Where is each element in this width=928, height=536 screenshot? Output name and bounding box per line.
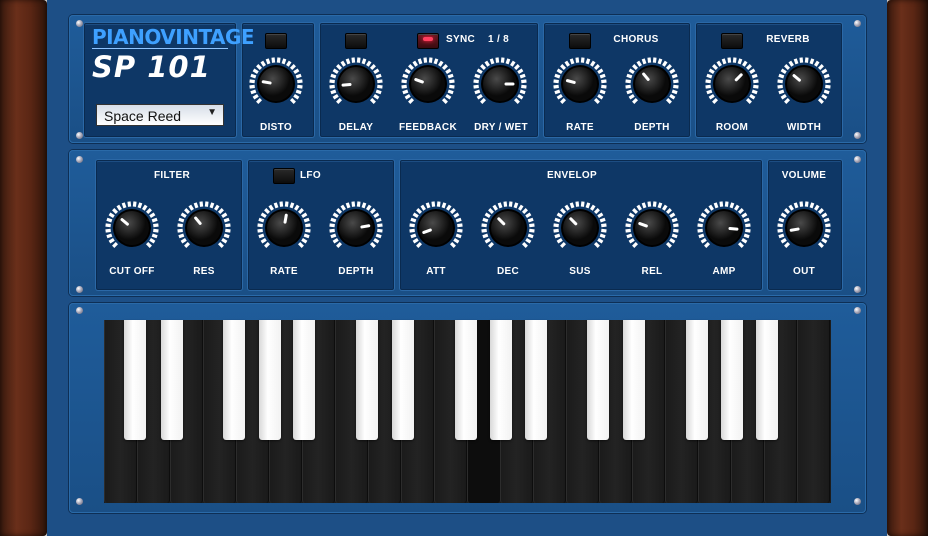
disto-toggle-led[interactable] [265, 33, 287, 49]
reverb-toggle-led[interactable] [721, 33, 743, 49]
lfo-title: LFO [300, 170, 321, 181]
knob-disto[interactable] [248, 56, 304, 112]
knob-label-dec: DEC [496, 266, 519, 277]
envelop-title: ENVELOP [547, 170, 597, 181]
knob-width[interactable] [776, 56, 832, 112]
black-key[interactable] [259, 320, 281, 440]
black-key[interactable] [623, 320, 645, 440]
sync-toggle-led[interactable] [417, 33, 439, 49]
knob-label-feedback: FEEDBACK [399, 122, 457, 133]
brand-divider [92, 48, 228, 49]
screw [854, 498, 861, 505]
white-key[interactable] [797, 320, 830, 503]
black-key[interactable] [490, 320, 512, 440]
chorus-toggle-led[interactable] [569, 33, 591, 49]
knob-dec[interactable] [480, 200, 536, 256]
right-wood-panel [887, 0, 928, 536]
knob-room[interactable] [704, 56, 760, 112]
knob-lfo-depth[interactable] [328, 200, 384, 256]
preset-select[interactable]: Space Reed ▼ [96, 104, 224, 126]
black-key[interactable] [124, 320, 146, 440]
screw [76, 156, 83, 163]
screw [854, 132, 861, 139]
screw [76, 286, 83, 293]
brand-name: PIANOVINTAGE [92, 25, 255, 49]
sync-value: 1 / 8 [488, 34, 509, 45]
screw [854, 286, 861, 293]
reverb-title: REVERB [766, 34, 810, 45]
knob-label-chorus-depth: DEPTH [634, 122, 670, 133]
preset-value: Space Reed [104, 108, 182, 124]
black-key[interactable] [756, 320, 778, 440]
screw [854, 20, 861, 27]
knob-label-dry-wet: DRY / WET [474, 122, 528, 133]
knob-att[interactable] [408, 200, 464, 256]
lfo-toggle-led[interactable] [273, 168, 295, 184]
sync-label: SYNC [446, 34, 475, 45]
knob-label-rel: REL [641, 266, 663, 277]
screw [854, 307, 861, 314]
knob-label-sus: SUS [569, 266, 591, 277]
knob-label-out: OUT [792, 266, 815, 277]
delay-toggle-led[interactable] [345, 33, 367, 49]
knob-label-amp: AMP [712, 266, 736, 277]
knob-label-res: RES [193, 266, 215, 277]
screw [76, 132, 83, 139]
knob-label-room: ROOM [715, 122, 749, 133]
knob-amp[interactable] [696, 200, 752, 256]
knob-res[interactable] [176, 200, 232, 256]
black-key[interactable] [356, 320, 378, 440]
black-key[interactable] [525, 320, 547, 440]
knob-dry-wet[interactable] [472, 56, 528, 112]
screw [854, 156, 861, 163]
knob-label-lfo-depth: DEPTH [338, 266, 374, 277]
knob-label-chorus-rate: RATE [566, 122, 594, 133]
knob-delay[interactable] [328, 56, 384, 112]
knob-label-att: ATT [426, 266, 446, 277]
chorus-title: CHORUS [613, 34, 659, 45]
model-name: SP 101 [92, 50, 211, 84]
black-key[interactable] [455, 320, 477, 440]
screw [76, 498, 83, 505]
knob-lfo-rate[interactable] [256, 200, 312, 256]
left-wood-panel [0, 0, 47, 536]
knob-label-disto: DISTO [260, 122, 292, 133]
screw [76, 307, 83, 314]
knob-chorus-depth[interactable] [624, 56, 680, 112]
black-key[interactable] [223, 320, 245, 440]
knob-out[interactable] [776, 200, 832, 256]
volume-title: VOLUME [781, 170, 827, 181]
filter-title: FILTER [153, 170, 191, 181]
black-key[interactable] [161, 320, 183, 440]
knob-rel[interactable] [624, 200, 680, 256]
knob-chorus-rate[interactable] [552, 56, 608, 112]
knob-label-width: WIDTH [786, 122, 822, 133]
knob-label-lfo-rate: RATE [270, 266, 298, 277]
black-key[interactable] [686, 320, 708, 440]
black-key[interactable] [293, 320, 315, 440]
knob-label-delay: DELAY [338, 122, 374, 133]
knob-feedback[interactable] [400, 56, 456, 112]
knob-cutoff[interactable] [104, 200, 160, 256]
black-key[interactable] [587, 320, 609, 440]
black-key[interactable] [721, 320, 743, 440]
screw [76, 20, 83, 27]
chevron-down-icon: ▼ [207, 107, 217, 118]
knob-label-cutoff: CUT OFF [109, 266, 155, 277]
knob-sus[interactable] [552, 200, 608, 256]
black-key[interactable] [392, 320, 414, 440]
